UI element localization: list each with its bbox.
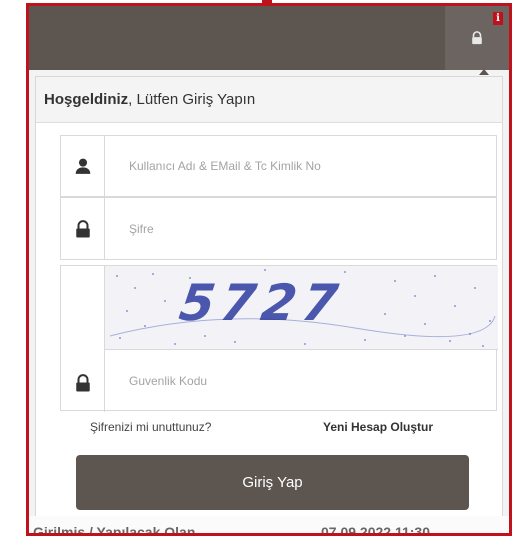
login-panel: Hoşgeldiniz, Lütfen Giriş Yapın Kullanıc… bbox=[35, 76, 503, 531]
captcha-code: 5727 bbox=[175, 274, 348, 332]
info-icon[interactable]: i bbox=[493, 12, 503, 25]
user-icon bbox=[75, 158, 90, 174]
lock-icon bbox=[472, 31, 482, 45]
lock-icon bbox=[75, 219, 90, 237]
top-bar: i bbox=[29, 6, 509, 70]
captcha-block: 5727 bbox=[60, 265, 498, 412]
frame-marker bbox=[262, 0, 272, 6]
register-link[interactable]: Yeni Hesap Oluştur bbox=[323, 420, 433, 434]
background-row: Girilmiş / Yapılacak Olan 07.09.2022 11:… bbox=[29, 516, 509, 536]
dropdown-caret bbox=[479, 69, 489, 75]
captcha-icon-cell bbox=[61, 266, 105, 412]
background-row-left: Girilmiş / Yapılacak Olan bbox=[33, 524, 196, 536]
lock-toggle-button[interactable]: i bbox=[445, 6, 509, 70]
login-popup-frame: i Hoşgeldiniz, Lütfen Giriş Yapın Kullan… bbox=[26, 3, 512, 536]
password-input[interactable] bbox=[129, 221, 459, 236]
username-input-wrap bbox=[129, 136, 459, 196]
captcha-input[interactable] bbox=[129, 374, 459, 388]
greeting-rest: , Lütfen Giriş Yapın bbox=[128, 91, 256, 108]
background-row-right: 07.09.2022 11:30 bbox=[321, 524, 430, 536]
forgot-password-link[interactable]: Şifrenizi mi unuttunuz? bbox=[90, 420, 211, 434]
login-button[interactable]: Giriş Yap bbox=[76, 455, 469, 510]
lock-icon bbox=[75, 374, 90, 392]
password-field bbox=[60, 197, 497, 260]
greeting-bold: Hoşgeldiniz bbox=[44, 91, 129, 108]
captcha-image: 5727 bbox=[105, 266, 498, 350]
captcha-input-wrap bbox=[129, 350, 459, 412]
username-field bbox=[60, 135, 497, 197]
username-icon-cell bbox=[61, 136, 105, 196]
form-links: Şifrenizi mi unuttunuz? Yeni Hesap Oluşt… bbox=[36, 420, 502, 440]
password-icon-cell bbox=[61, 198, 105, 259]
panel-title: Hoşgeldiniz, Lütfen Giriş Yapın bbox=[36, 77, 502, 123]
background-page-left bbox=[0, 0, 26, 537]
password-input-wrap bbox=[129, 198, 459, 259]
username-input[interactable] bbox=[129, 159, 459, 173]
